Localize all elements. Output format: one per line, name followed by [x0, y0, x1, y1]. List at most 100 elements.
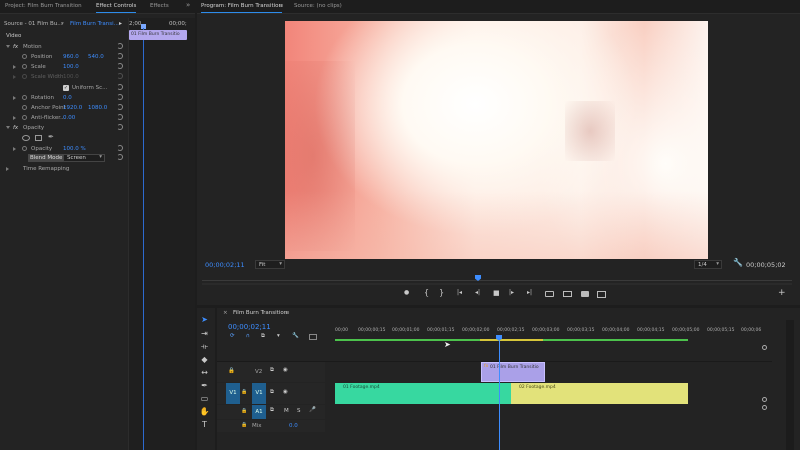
rotation-value[interactable]: 0.0	[63, 95, 72, 101]
antiflicker-value[interactable]: 0.00	[63, 115, 75, 121]
linked-selection-icon[interactable]: ⧉	[261, 333, 265, 340]
mute-button[interactable]: M	[284, 408, 289, 414]
source-v1-target[interactable]: V1	[226, 383, 240, 404]
reset-position-icon[interactable]	[117, 53, 123, 59]
ellipse-mask-icon[interactable]	[22, 135, 30, 141]
tab-program[interactable]: Program: Film Burn Transition	[201, 3, 282, 13]
sequence-selector[interactable]: Film Burn Transi...	[70, 21, 119, 27]
eye-icon[interactable]: ◉	[283, 367, 288, 373]
timeline-title[interactable]: Film Burn Transition	[233, 310, 287, 316]
program-video-frame[interactable]	[285, 21, 708, 259]
footage2-clip[interactable]: 02 Footage.mp4	[511, 383, 688, 404]
track-v1-label[interactable]: V1	[252, 383, 266, 404]
compare-view-icon[interactable]	[597, 291, 606, 298]
pen-tool-icon[interactable]: ✒	[199, 380, 210, 391]
timeline-vertical-scrollbar[interactable]	[786, 320, 794, 450]
track-a1-label[interactable]: A1	[252, 405, 266, 419]
tab-effects[interactable]: Effects	[150, 3, 169, 9]
snap-icon[interactable]: ∩	[246, 333, 250, 339]
quality-dropdown[interactable]: 1/4 ▾	[694, 260, 722, 269]
sync-lock-icon[interactable]: ⧉	[270, 367, 274, 374]
position-x[interactable]: 960.0	[63, 54, 79, 60]
sync-lock-icon[interactable]: ⧉	[270, 407, 274, 414]
opacity-header-row[interactable]: fx Opacity	[0, 123, 128, 133]
captions-icon[interactable]	[309, 334, 317, 340]
reset-blend-icon[interactable]	[117, 154, 123, 160]
time-remap-row[interactable]: Time Remapping	[0, 164, 128, 174]
go-to-in-button[interactable]: |◂	[457, 289, 462, 296]
position-y[interactable]: 540.0	[88, 54, 104, 60]
hand-tool-icon[interactable]: ✋	[199, 406, 210, 417]
source-selector[interactable]: Source - 01 Film Bu...	[4, 21, 63, 27]
lock-icon[interactable]: 🔒	[241, 389, 247, 395]
transition-clip[interactable]: fx 01 Film Burn Transitio	[481, 362, 545, 382]
extract-icon[interactable]	[563, 291, 572, 297]
microphone-icon[interactable]: 🎤	[309, 407, 316, 413]
expand-opacity-icon[interactable]	[6, 126, 10, 129]
nest-icon[interactable]: ⟳	[230, 333, 235, 339]
time-ruler[interactable]: 00;00 00;00;00;15 00;00;01;00 00;00;01;1…	[335, 328, 765, 342]
lock-icon[interactable]: 🔒	[228, 368, 235, 374]
stopwatch-icon[interactable]	[22, 95, 27, 100]
stopwatch-icon[interactable]	[22, 64, 27, 69]
fx-badge[interactable]: fx	[13, 125, 18, 131]
reset-antiflicker-icon[interactable]	[117, 114, 123, 120]
opacity-value[interactable]: 100.0 %	[63, 146, 86, 152]
ec-clip-bar[interactable]: 01 Film Burn Transitio	[129, 30, 187, 40]
reset-scale-icon[interactable]	[117, 63, 123, 69]
stopwatch-icon[interactable]	[22, 115, 27, 120]
pen-mask-icon[interactable]: ✒	[48, 133, 54, 141]
footage1-clip[interactable]: 01 Footage.mp4	[335, 383, 511, 404]
timeline-timecode[interactable]: 00;00;02;11	[228, 323, 271, 331]
sync-lock-icon[interactable]: ⧉	[270, 389, 274, 396]
uniform-scale-checkbox[interactable]: ✓	[63, 85, 69, 91]
motion-row[interactable]: fx Motion	[0, 42, 128, 52]
reset-opacity-icon[interactable]	[117, 124, 123, 130]
scroll-handle-top[interactable]	[762, 345, 767, 350]
expand-rotation-icon[interactable]	[13, 96, 16, 100]
lock-icon[interactable]: 🔒	[241, 422, 247, 428]
zoom-dropdown[interactable]: Fit ▾	[255, 260, 285, 269]
expand-opacity-value-icon[interactable]	[13, 147, 16, 151]
expand-scale-icon[interactable]	[13, 65, 16, 69]
rectangle-tool-icon[interactable]: ▭	[199, 393, 210, 404]
more-panels-button[interactable]: »	[186, 1, 190, 9]
program-playhead[interactable]	[475, 275, 481, 281]
expand-motion-icon[interactable]	[6, 45, 10, 48]
anchor-x[interactable]: 1920.0	[63, 105, 82, 111]
stop-button[interactable]: ■	[493, 289, 500, 297]
timeline-menu-icon[interactable]: ≡	[285, 310, 290, 316]
mark-out-button[interactable]: }	[439, 288, 444, 297]
add-marker-icon[interactable]: ▾	[277, 333, 280, 339]
chevron-down-icon[interactable]: ▾	[61, 21, 64, 27]
expand-antiflicker-icon[interactable]	[13, 116, 16, 120]
settings-wrench-icon[interactable]: 🔧	[292, 333, 299, 339]
program-timecode[interactable]: 00;00;02;11	[205, 261, 245, 269]
step-back-button[interactable]: ◂|	[475, 289, 480, 296]
play-icon[interactable]: ▸	[119, 20, 122, 27]
expand-time-remap-icon[interactable]	[6, 167, 9, 171]
close-tab-icon[interactable]: ×	[223, 310, 228, 316]
wrench-icon[interactable]: 🔧	[733, 258, 743, 267]
lift-icon[interactable]	[545, 291, 554, 297]
camera-icon[interactable]	[581, 291, 589, 297]
mark-in-button[interactable]: {	[424, 288, 429, 297]
stopwatch-icon[interactable]	[22, 105, 27, 110]
tab-effect-controls[interactable]: Effect Controls	[96, 3, 137, 13]
reset-opacity-value-icon[interactable]	[117, 145, 123, 151]
scale-value[interactable]: 100.0	[63, 64, 79, 70]
stopwatch-icon[interactable]	[22, 54, 27, 59]
add-marker-button[interactable]: ●	[404, 289, 409, 296]
go-to-out-button[interactable]: ▸|	[527, 289, 532, 296]
tab-source[interactable]: Source: (no clips)	[294, 3, 342, 9]
razor-tool-icon[interactable]: ◆	[199, 354, 210, 365]
step-forward-button[interactable]: |▸	[509, 289, 514, 296]
slip-tool-icon[interactable]: ↔	[199, 367, 210, 378]
selection-tool-icon[interactable]: ➤	[199, 314, 210, 325]
scroll-handle-mid[interactable]	[762, 397, 767, 402]
stopwatch-icon[interactable]	[22, 146, 27, 151]
tab-project[interactable]: Project: Film Burn Transition	[5, 3, 82, 9]
ripple-edit-tool-icon[interactable]: ⟛	[199, 341, 210, 352]
reset-anchor-icon[interactable]	[117, 104, 123, 110]
program-menu-icon[interactable]: ≡	[279, 3, 284, 9]
